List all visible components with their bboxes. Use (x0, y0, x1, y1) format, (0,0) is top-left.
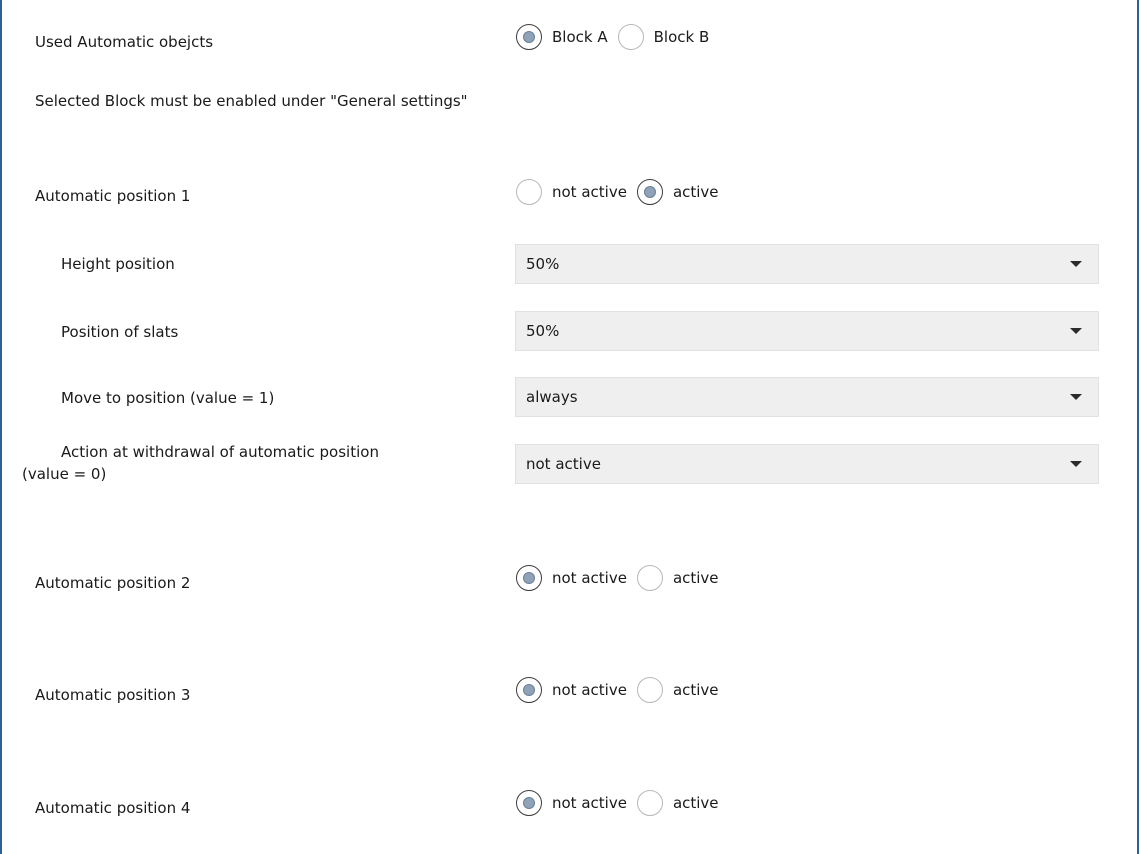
height-position-value: 50% (526, 255, 560, 273)
withdrawal-action-label-line1: Action at withdrawal of automatic positi… (61, 443, 379, 461)
not-active-label: not active (552, 569, 627, 587)
used-objects-radio-group: Block A Block B (516, 23, 719, 51)
active-label: active (672, 794, 719, 812)
position-4-not-active-radio[interactable]: not active (516, 790, 627, 816)
automatic-position-4-radio-group: not active active (516, 789, 729, 817)
chevron-down-icon[interactable] (1070, 461, 1082, 467)
height-position-dropdown[interactable]: 50% (515, 244, 1099, 284)
chevron-down-icon[interactable] (1070, 394, 1082, 400)
automatic-position-4-label: Automatic position 4 (35, 799, 191, 817)
settings-panel: Used Automatic obejcts Block A Block B S… (0, 0, 1139, 854)
radio-dot-icon (523, 572, 535, 584)
height-position-label: Height position (61, 255, 175, 273)
position-3-active-radio[interactable]: active (636, 677, 719, 703)
active-label: active (672, 569, 719, 587)
automatic-position-1-label: Automatic position 1 (35, 187, 191, 205)
radio-unchecked-icon[interactable] (636, 677, 663, 703)
radio-dot-icon (523, 797, 535, 809)
block-a-label: Block A (552, 28, 608, 46)
radio-unchecked-icon[interactable] (636, 790, 663, 816)
chevron-down-icon[interactable] (1070, 261, 1082, 267)
chevron-down-icon[interactable] (1070, 328, 1082, 334)
position-3-not-active-radio[interactable]: not active (516, 677, 627, 703)
position-2-active-radio[interactable]: active (636, 565, 719, 591)
block-b-radio[interactable]: Block B (617, 24, 710, 50)
withdrawal-action-value: not active (526, 455, 601, 473)
position-2-not-active-radio[interactable]: not active (516, 565, 627, 591)
automatic-position-2-radio-group: not active active (516, 564, 729, 592)
used-objects-label: Used Automatic obejcts (35, 33, 214, 51)
automatic-position-1-radio-group: not active active (516, 178, 729, 206)
active-label: active (672, 183, 719, 201)
not-active-label: not active (552, 183, 627, 201)
radio-unchecked-icon[interactable] (516, 179, 542, 205)
withdrawal-action-dropdown[interactable]: not active (515, 444, 1099, 484)
position-4-active-radio[interactable]: active (636, 790, 719, 816)
radio-dot-icon (523, 31, 535, 43)
withdrawal-action-label-line2: (value = 0) (22, 465, 107, 483)
radio-unchecked-icon[interactable] (617, 24, 644, 50)
radio-dot-icon (523, 684, 535, 696)
move-to-position-label: Move to position (value = 1) (61, 389, 275, 407)
not-active-label: not active (552, 681, 627, 699)
move-to-position-dropdown[interactable]: always (515, 377, 1099, 417)
move-to-position-value: always (526, 388, 578, 406)
not-active-label: not active (552, 794, 627, 812)
radio-checked-icon[interactable] (636, 179, 663, 205)
automatic-position-2-label: Automatic position 2 (35, 574, 191, 592)
position-of-slats-label: Position of slats (61, 323, 179, 341)
radio-checked-icon[interactable] (516, 677, 542, 703)
block-a-radio[interactable]: Block A (516, 24, 608, 50)
radio-unchecked-icon[interactable] (636, 565, 663, 591)
active-label: active (672, 681, 719, 699)
position-of-slats-value: 50% (526, 322, 560, 340)
radio-checked-icon[interactable] (516, 790, 542, 816)
position-1-not-active-radio[interactable]: not active (516, 179, 627, 205)
position-of-slats-dropdown[interactable]: 50% (515, 311, 1099, 351)
general-settings-note: Selected Block must be enabled under "Ge… (35, 92, 468, 110)
automatic-position-3-label: Automatic position 3 (35, 686, 191, 704)
automatic-position-3-radio-group: not active active (516, 676, 729, 704)
radio-checked-icon[interactable] (516, 24, 542, 50)
radio-checked-icon[interactable] (516, 565, 542, 591)
block-b-label: Block B (653, 28, 710, 46)
radio-dot-icon (643, 186, 656, 198)
position-1-active-radio[interactable]: active (636, 179, 719, 205)
